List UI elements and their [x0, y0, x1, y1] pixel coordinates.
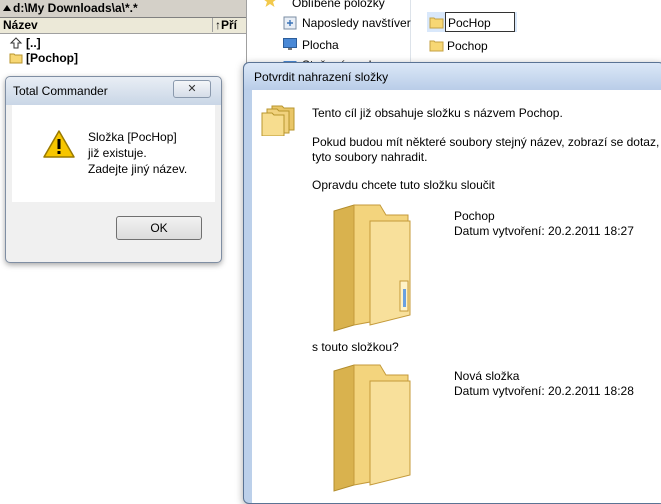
- tc-path-arrow-icon: [3, 5, 11, 11]
- tc-row-updir[interactable]: [..]: [0, 36, 246, 51]
- warning-icon: [42, 129, 76, 159]
- tc-row-label: [..]: [26, 36, 41, 50]
- up-dir-icon: [9, 37, 23, 49]
- confirm-dialog-titlebar[interactable]: Potvrdit nahrazení složky: [244, 63, 661, 90]
- existing-folder-thumbnail[interactable]: [330, 203, 412, 333]
- confirm-merge-dialog: Potvrdit nahrazení složky Tento cíl již …: [243, 62, 661, 504]
- explorer-nav-pane: Oblíbené položky Naposledy navštíver Plo…: [247, 0, 411, 72]
- tc-dialog-title: Total Commander: [13, 84, 108, 98]
- new-folder-name: Nová složka: [454, 369, 520, 383]
- tc-message-line: Zadejte jiný název.: [88, 162, 188, 176]
- folders-icon: [260, 100, 296, 137]
- tc-col-ext[interactable]: ↑Pří: [212, 18, 237, 32]
- tc-row-label: [Pochop]: [26, 51, 78, 65]
- tc-dialog-titlebar[interactable]: Total Commander ✕: [6, 77, 221, 105]
- nav-item-recent[interactable]: Naposledy navštíver: [302, 16, 411, 30]
- desktop-icon: [283, 38, 297, 51]
- rename-input[interactable]: PocHop: [445, 12, 515, 32]
- close-icon: ✕: [187, 82, 197, 95]
- tc-error-dialog: Total Commander ✕ Složka [PocHop] již ex…: [5, 76, 222, 263]
- nav-item-desktop[interactable]: Plocha: [302, 38, 339, 52]
- new-folder-thumbnail[interactable]: [330, 363, 412, 493]
- confirm-dialog-body: Tento cíl již obsahuje složku s názvem P…: [252, 90, 661, 503]
- star-icon: [263, 0, 277, 7]
- confirm-question: Opravdu chcete tuto složku sloučit: [312, 178, 495, 192]
- existing-folder-name: Pochop: [454, 209, 495, 223]
- tc-path-text: d:\My Downloads\a\*.*: [13, 1, 138, 15]
- tc-row-folder[interactable]: [Pochop]: [0, 51, 246, 66]
- existing-folder-date: Datum vytvoření: 20.2.2011 18:27: [454, 224, 634, 238]
- confirm-dialog-title: Potvrdit nahrazení složky: [254, 70, 389, 84]
- recent-places-icon: [283, 16, 297, 30]
- tc-message-line: již existuje.: [88, 146, 147, 160]
- folder-icon: [429, 39, 444, 52]
- nav-item-favorites[interactable]: Oblíbené položky: [292, 0, 385, 10]
- tc-path-bar[interactable]: d:\My Downloads\a\*.*: [0, 0, 246, 18]
- tc-column-header: Název ↑Pří: [0, 18, 246, 34]
- tc-dialog-message: Složka [PocHop] již existuje. Zadejte ji…: [88, 129, 187, 177]
- tc-message-line: Složka [PocHop]: [88, 130, 177, 144]
- tc-col-name[interactable]: Název: [3, 18, 38, 32]
- confirm-line-1: Tento cíl již obsahuje složku s názvem P…: [312, 106, 563, 120]
- folder-icon: [9, 52, 23, 64]
- ok-button[interactable]: OK: [116, 216, 202, 240]
- tc-dialog-content: Složka [PocHop] již existuje. Zadejte ji…: [12, 105, 215, 202]
- new-folder-date: Datum vytvoření: 20.2.2011 18:28: [454, 384, 634, 398]
- file-item-label: Pochop: [447, 39, 488, 53]
- close-button[interactable]: ✕: [173, 80, 211, 98]
- confirm-line-2a: Pokud budou mít některé soubory stejný n…: [312, 135, 661, 149]
- merge-with-label: s touto složkou?: [312, 340, 399, 354]
- folder-icon: [429, 16, 444, 29]
- confirm-line-2b: tyto soubory nahradit.: [312, 150, 428, 164]
